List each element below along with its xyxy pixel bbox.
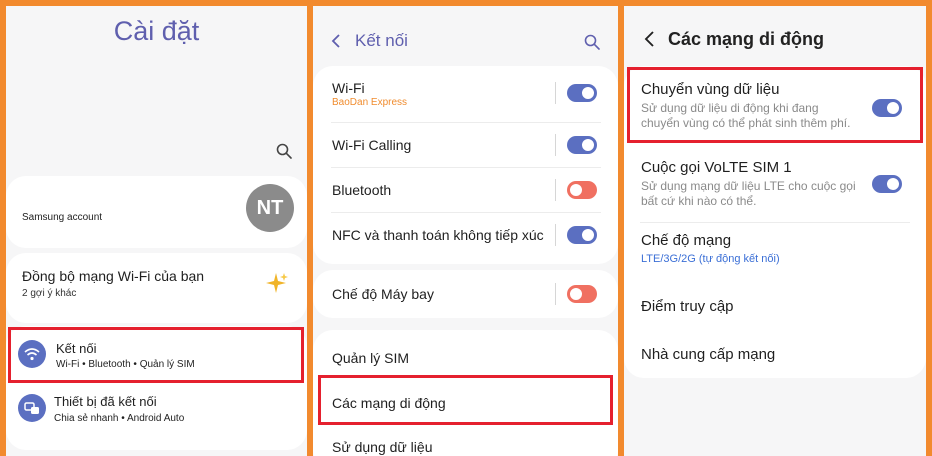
access-point-label: Điểm truy cập (641, 298, 734, 315)
network-operators-row[interactable]: Nhà cung cấp mạng (624, 336, 926, 376)
network-mode-row[interactable]: Chế độ mạng LTE/3G/2G (tự động kết nối) (624, 223, 926, 275)
page-title: Các mạng di động (668, 29, 825, 49)
sim-manager-item[interactable]: Quản lý SIM (332, 350, 409, 366)
avatar[interactable]: NT (246, 184, 294, 232)
nfc-toggle[interactable] (567, 226, 597, 244)
search-icon[interactable] (584, 34, 600, 50)
wifi-label: Wi-Fi (332, 80, 365, 96)
search-icon[interactable] (276, 143, 292, 159)
wifi-sync-subtitle: 2 gợi ý khác (22, 288, 77, 299)
wifi-calling-row[interactable]: Wi-Fi Calling (313, 123, 618, 167)
mobile-networks-screen: Các mạng di động Chuyển vùng dữ liệu Sử … (624, 6, 926, 456)
back-arrow-icon[interactable] (644, 31, 655, 47)
access-point-row[interactable]: Điểm truy cập (624, 288, 926, 328)
wifi-sync-card[interactable]: Đồng bộ mạng Wi-Fi của bạn 2 gợi ý khác (6, 253, 307, 323)
connected-devices-subtitle: Chia sẻ nhanh • Android Auto (54, 413, 185, 424)
connected-devices-title: Thiết bị đã kết nối (54, 394, 157, 409)
wifi-calling-label: Wi-Fi Calling (332, 137, 412, 153)
airplane-card: Chế độ Máy bay (313, 270, 618, 318)
airplane-mode-toggle[interactable] (567, 285, 597, 303)
page-title: Cài đặt (113, 16, 200, 46)
highlight-box (8, 327, 304, 383)
airplane-mode-label: Chế độ Máy bay (332, 286, 434, 302)
nfc-row[interactable]: NFC và thanh toán không tiếp xúc (313, 213, 618, 259)
network-operators-label: Nhà cung cấp mạng (641, 346, 776, 363)
connections-card: Wi-Fi BaoDan Express Wi-Fi Calling Bluet… (313, 66, 618, 264)
volte-row[interactable]: Cuộc gọi VoLTE SIM 1 Sử dụng mạng dữ liệ… (624, 150, 926, 220)
airplane-mode-row[interactable]: Chế độ Máy bay (313, 270, 618, 318)
wifi-row[interactable]: Wi-Fi BaoDan Express (313, 66, 618, 122)
wifi-calling-toggle[interactable] (567, 136, 597, 154)
samsung-account-label: Samsung account (22, 212, 103, 223)
page-title: Kết nối (355, 31, 408, 50)
bluetooth-toggle[interactable] (567, 181, 597, 199)
settings-screen: Cài đặt Samsung account NT Đồng bộ mạng … (6, 6, 307, 456)
network-mode-title: Chế độ mạng (641, 232, 732, 249)
network-mode-value: LTE/3G/2G (tự động kết nối) (641, 253, 780, 265)
bluetooth-label: Bluetooth (332, 182, 392, 198)
data-usage-item[interactable]: Sử dụng dữ liệu (332, 439, 432, 455)
volte-toggle[interactable] (872, 175, 902, 193)
highlight-box (318, 375, 613, 425)
connected-devices-menu-item[interactable]: Thiết bị đã kết nối Chia sẻ nhanh • Andr… (6, 386, 307, 444)
volte-desc-1: Sử dụng mạng dữ liệu LTE cho cuộc gọi (641, 179, 856, 193)
wifi-network-name: BaoDan Express (332, 97, 408, 108)
volte-desc-2: bất cứ khi nào có thể. (641, 194, 757, 208)
connections-screen: Kết nối Wi-Fi BaoDan Express Wi-Fi Calli… (313, 6, 618, 456)
highlight-box (627, 67, 923, 143)
samsung-account-card[interactable]: Samsung account NT (6, 176, 307, 248)
wifi-sync-title: Đồng bộ mạng Wi-Fi của bạn (22, 268, 205, 284)
back-arrow-icon[interactable] (331, 34, 341, 48)
wifi-toggle[interactable] (567, 84, 597, 102)
nfc-label: NFC và thanh toán không tiếp xúc (332, 227, 544, 243)
sparkle-icon (266, 273, 288, 293)
bluetooth-row[interactable]: Bluetooth (313, 168, 618, 212)
volte-title: Cuộc gọi VoLTE SIM 1 (641, 159, 792, 176)
connected-devices-icon (18, 394, 46, 422)
